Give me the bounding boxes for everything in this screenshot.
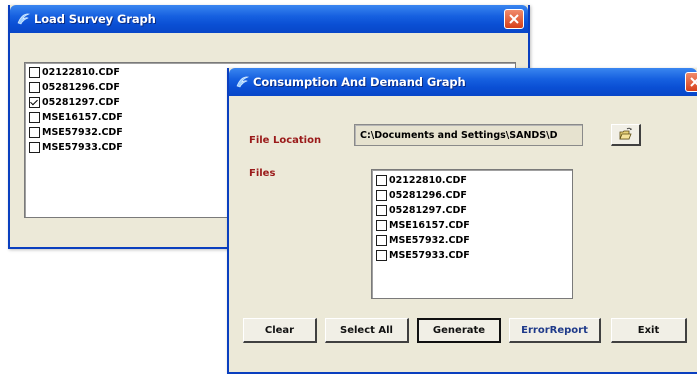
- checkbox[interactable]: [376, 250, 387, 261]
- checkbox[interactable]: [376, 220, 387, 231]
- load-survey-titlebar[interactable]: Load Survey Graph: [10, 5, 528, 33]
- load-survey-close-button[interactable]: [504, 9, 524, 29]
- file-name: 05281296.CDF: [42, 82, 120, 93]
- checkbox-checked[interactable]: [29, 97, 40, 108]
- browse-folder-button[interactable]: [611, 124, 641, 146]
- file-name: 05281297.CDF: [42, 97, 120, 108]
- close-icon: [509, 14, 519, 24]
- clear-button[interactable]: Clear: [243, 318, 317, 343]
- file-name: MSE57933.CDF: [389, 250, 470, 261]
- file-location-label: File Location: [249, 135, 322, 146]
- file-name: MSE16157.CDF: [389, 220, 470, 231]
- checkbox[interactable]: [376, 205, 387, 216]
- file-name: MSE57932.CDF: [389, 235, 470, 246]
- checkbox[interactable]: [29, 82, 40, 93]
- consumption-title: Consumption And Demand Graph: [253, 75, 466, 89]
- file-list-item[interactable]: 05281297.CDF: [29, 95, 120, 110]
- file-list-item[interactable]: MSE57932.CDF: [29, 125, 123, 140]
- consumption-close-button[interactable]: [685, 72, 697, 92]
- files-label: Files: [249, 168, 276, 179]
- checkbox[interactable]: [376, 235, 387, 246]
- file-name: 05281297.CDF: [389, 205, 467, 216]
- file-list-item[interactable]: MSE16157.CDF: [29, 110, 123, 125]
- file-list-item[interactable]: MSE57932.CDF: [376, 233, 470, 248]
- file-list-item[interactable]: MSE16157.CDF: [376, 218, 470, 233]
- consumption-titlebar[interactable]: Consumption And Demand Graph: [229, 68, 697, 96]
- checkbox[interactable]: [29, 142, 40, 153]
- file-list-item[interactable]: 05281296.CDF: [376, 188, 467, 203]
- checkbox[interactable]: [376, 190, 387, 201]
- file-list-item[interactable]: MSE57933.CDF: [376, 248, 470, 263]
- consumption-window: Consumption And Demand Graph File Locati…: [227, 68, 697, 374]
- file-name: MSE57932.CDF: [42, 127, 123, 138]
- generate-button[interactable]: Generate: [417, 318, 501, 343]
- load-survey-title: Load Survey Graph: [34, 12, 156, 26]
- file-list-item[interactable]: 02122810.CDF: [376, 173, 467, 188]
- file-location-field[interactable]: C:\Documents and Settings\SANDS\D: [354, 124, 583, 146]
- file-list-item[interactable]: 05281296.CDF: [29, 80, 120, 95]
- file-name: 02122810.CDF: [389, 175, 467, 186]
- app-icon: [236, 76, 250, 88]
- checkbox[interactable]: [29, 112, 40, 123]
- app-icon: [17, 13, 31, 25]
- file-list-item[interactable]: 02122810.CDF: [29, 65, 120, 80]
- folder-browse-icon: [619, 127, 632, 140]
- checkbox[interactable]: [29, 67, 40, 78]
- consumption-file-list[interactable]: 02122810.CDF 05281296.CDF 05281297.CDF M…: [371, 169, 573, 299]
- file-list-item[interactable]: MSE57933.CDF: [29, 140, 123, 155]
- exit-button[interactable]: Exit: [611, 318, 687, 343]
- file-name: 05281296.CDF: [389, 190, 467, 201]
- file-list-item[interactable]: 05281297.CDF: [376, 203, 467, 218]
- file-name: MSE57933.CDF: [42, 142, 123, 153]
- checkbox[interactable]: [29, 127, 40, 138]
- checkbox[interactable]: [376, 175, 387, 186]
- error-report-button[interactable]: ErrorReport: [509, 318, 601, 343]
- close-icon: [690, 77, 697, 87]
- file-name: 02122810.CDF: [42, 67, 120, 78]
- file-name: MSE16157.CDF: [42, 112, 123, 123]
- select-all-button[interactable]: Select All: [325, 318, 409, 343]
